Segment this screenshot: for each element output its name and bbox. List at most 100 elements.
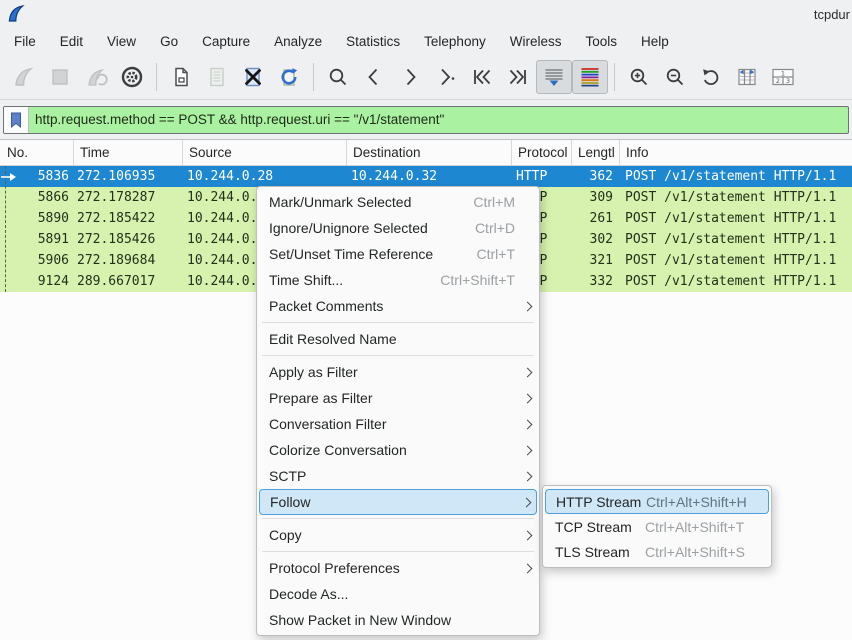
stop-capture-button[interactable] <box>42 60 78 94</box>
menu-help[interactable]: Help <box>629 29 681 54</box>
resize-columns-button[interactable] <box>729 60 765 94</box>
column-header-no[interactable]: No. <box>0 140 74 165</box>
submenu-arrow-icon <box>523 530 533 540</box>
menu-view[interactable]: View <box>95 29 148 54</box>
zoom-in-button[interactable] <box>621 60 657 94</box>
context-item-decode-as[interactable]: Decode As... <box>257 581 539 607</box>
column-header-info[interactable]: Info <box>620 140 852 165</box>
cell-source: 10.244.0.28 <box>183 169 347 184</box>
menu-file[interactable]: File <box>2 29 48 54</box>
restart-capture-button[interactable] <box>78 60 114 94</box>
column-header-protocol[interactable]: Protocol <box>512 140 572 165</box>
display-filter-input[interactable] <box>29 107 848 133</box>
menu-edit[interactable]: Edit <box>48 29 95 54</box>
auto-scroll-button[interactable] <box>536 60 572 94</box>
start-capture-button[interactable] <box>6 60 42 94</box>
display-filter-box <box>3 106 849 134</box>
submenu-arrow-icon <box>523 445 533 455</box>
svg-text:1: 1 <box>781 69 785 77</box>
bookmark-icon <box>10 112 22 128</box>
menu-item-label: Ignore/Unignore Selected <box>269 220 457 236</box>
capture-options-button[interactable] <box>114 60 150 94</box>
cell-length: 362 <box>572 169 620 184</box>
cell-no: 5890 <box>0 211 74 226</box>
follow-submenu: HTTP Stream Ctrl+Alt+Shift+H TCP Stream … <box>542 485 772 568</box>
menu-item-label: Prepare as Filter <box>269 390 515 406</box>
menu-item-shortcut: Ctrl+Shift+T <box>440 272 515 288</box>
zoom-out-button[interactable] <box>657 60 693 94</box>
cell-length: 261 <box>572 211 620 226</box>
go-first-packet-button[interactable] <box>464 60 500 94</box>
context-item-protocol-preferences[interactable]: Protocol Preferences <box>257 555 539 581</box>
menu-statistics[interactable]: Statistics <box>334 29 412 54</box>
open-capture-file-button[interactable] <box>163 60 199 94</box>
menu-capture[interactable]: Capture <box>190 29 262 54</box>
column-header-time[interactable]: Time <box>74 140 183 165</box>
submenu-item-http-stream[interactable]: HTTP Stream Ctrl+Alt+Shift+H <box>545 489 769 514</box>
context-item-copy[interactable]: Copy <box>257 522 539 548</box>
context-item-prepare-as-filter[interactable]: Prepare as Filter <box>257 385 539 411</box>
context-item-follow[interactable]: Follow <box>259 489 537 515</box>
menu-separator <box>262 518 534 519</box>
column-header-length[interactable]: Lengtl <box>572 140 620 165</box>
context-item-edit-resolved-name[interactable]: Edit Resolved Name <box>257 326 539 352</box>
save-capture-file-button[interactable] <box>199 60 235 94</box>
cell-time: 272.185422 <box>74 211 183 226</box>
menu-item-label: Mark/Unmark Selected <box>269 194 455 210</box>
submenu-arrow-icon <box>523 393 533 403</box>
menu-tools[interactable]: Tools <box>573 29 629 54</box>
context-item-time-shift[interactable]: Time Shift... Ctrl+Shift+T <box>257 267 539 293</box>
cell-info: POST /v1/statement HTTP/1.1 <box>620 190 852 205</box>
context-item-packet-comments[interactable]: Packet Comments <box>257 293 539 319</box>
menu-item-shortcut: Ctrl+M <box>473 194 515 210</box>
context-item-mark-unmark[interactable]: Mark/Unmark Selected Ctrl+M <box>257 189 539 215</box>
go-back-button[interactable] <box>356 60 392 94</box>
menu-telephony[interactable]: Telephony <box>412 29 498 54</box>
context-item-show-packet-in-new-window[interactable]: Show Packet in New Window <box>257 607 539 633</box>
go-to-packet-button[interactable] <box>428 60 464 94</box>
context-item-colorize-conversation[interactable]: Colorize Conversation <box>257 437 539 463</box>
double-chevron-first-icon <box>470 65 494 89</box>
menu-bar: File Edit View Go Capture Analyze Statis… <box>0 27 852 55</box>
go-forward-button[interactable] <box>392 60 428 94</box>
close-capture-file-button[interactable] <box>235 60 271 94</box>
open-file-icon <box>169 65 193 89</box>
toolbar-separator <box>614 63 615 91</box>
menu-item-label: Time Shift... <box>269 272 422 288</box>
context-item-sctp[interactable]: SCTP <box>257 463 539 489</box>
column-header-source[interactable]: Source <box>183 140 347 165</box>
zoom-out-icon <box>663 65 687 89</box>
colorize-packets-button[interactable] <box>572 60 608 94</box>
context-item-ignore-unignore[interactable]: Ignore/Unignore Selected Ctrl+D <box>257 215 539 241</box>
submenu-item-tls-stream[interactable]: TLS Stream Ctrl+Alt+Shift+S <box>543 539 771 564</box>
auto-scroll-icon <box>542 65 566 89</box>
submenu-item-tcp-stream[interactable]: TCP Stream Ctrl+Alt+Shift+T <box>543 514 771 539</box>
filter-bookmark-button[interactable] <box>4 107 29 133</box>
gear-icon <box>120 65 144 89</box>
context-item-apply-as-filter[interactable]: Apply as Filter <box>257 359 539 385</box>
cell-no: 5866 <box>0 190 74 205</box>
svg-text:3: 3 <box>786 77 790 85</box>
reload-icon <box>277 65 301 89</box>
context-item-set-unset-time-reference[interactable]: Set/Unset Time Reference Ctrl+T <box>257 241 539 267</box>
go-last-packet-button[interactable] <box>500 60 536 94</box>
cell-destination: 10.244.0.32 <box>347 169 512 184</box>
menu-go[interactable]: Go <box>148 29 190 54</box>
chevron-left-icon <box>362 65 386 89</box>
menu-analyze[interactable]: Analyze <box>262 29 334 54</box>
find-packet-button[interactable] <box>320 60 356 94</box>
submenu-arrow-icon <box>522 497 532 507</box>
zoom-reset-button[interactable] <box>693 60 729 94</box>
menu-wireless[interactable]: Wireless <box>498 29 574 54</box>
chevron-right-dot-icon <box>434 65 458 89</box>
reload-capture-file-button[interactable] <box>271 60 307 94</box>
context-item-conversation-filter[interactable]: Conversation Filter <box>257 411 539 437</box>
menu-item-label: Follow <box>270 494 514 510</box>
cell-length: 309 <box>572 190 620 205</box>
pane-layout-button[interactable]: 123 <box>765 60 801 94</box>
packet-row[interactable]: 5836 272.106935 10.244.0.28 10.244.0.32 … <box>0 166 852 187</box>
menu-separator <box>262 551 534 552</box>
submenu-arrow-icon <box>523 301 533 311</box>
column-header-destination[interactable]: Destination <box>347 140 512 165</box>
cell-time: 272.185426 <box>74 232 183 247</box>
